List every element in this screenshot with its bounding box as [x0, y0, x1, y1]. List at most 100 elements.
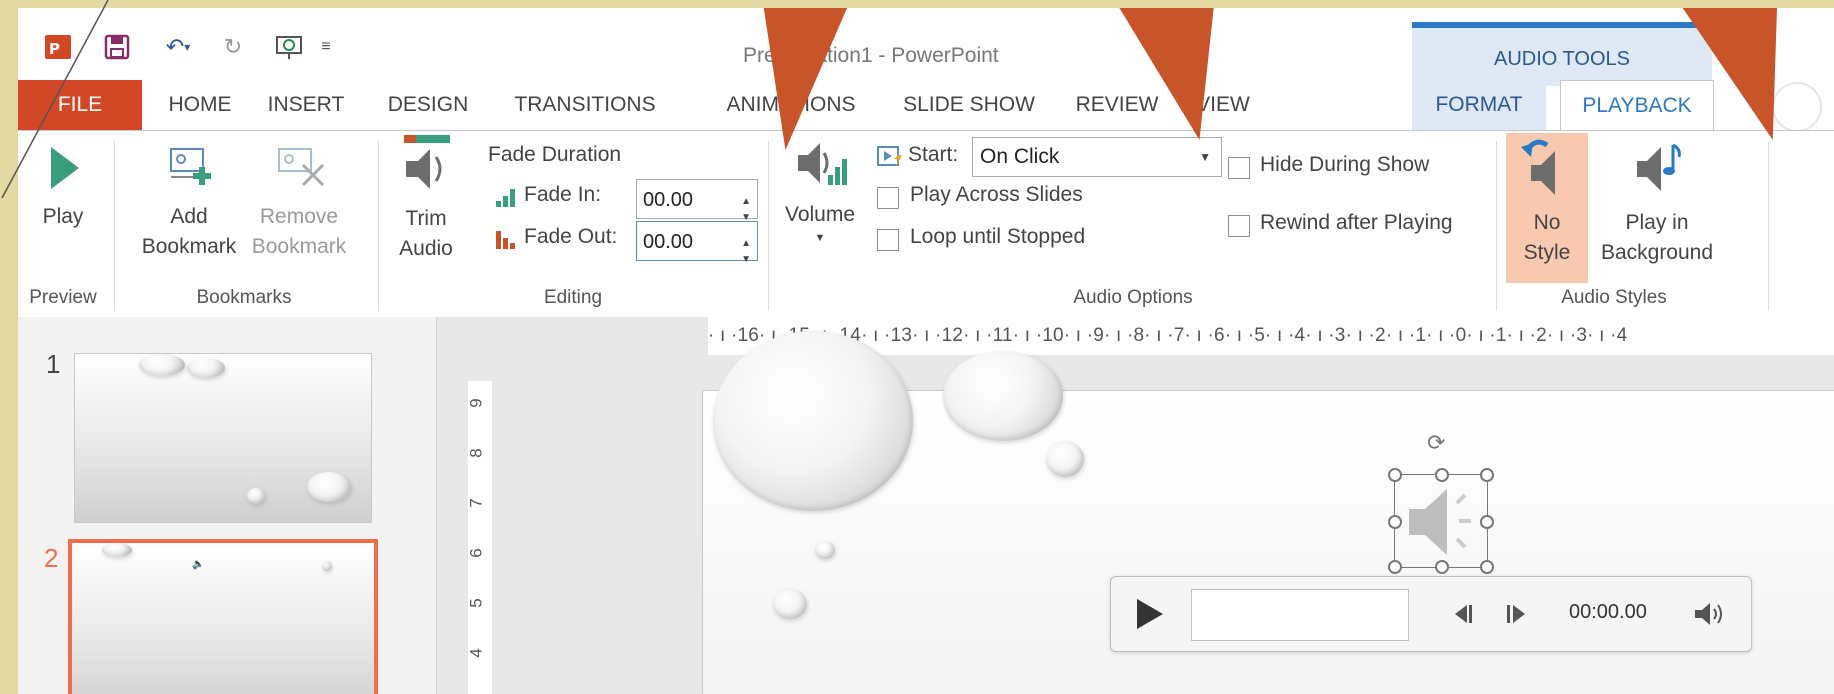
- play-in-background-label-1: Play in: [1625, 211, 1689, 234]
- ruler-tick: 7: [466, 498, 486, 508]
- fade-out-label: Fade Out:: [524, 225, 618, 248]
- audio-object-selection[interactable]: [1388, 468, 1494, 574]
- audio-styles-group-label: Audio Styles: [1561, 287, 1667, 308]
- tab-playback[interactable]: PLAYBACK: [1560, 80, 1714, 132]
- preview-group-label: Preview: [29, 287, 97, 308]
- start-icon: [877, 146, 902, 167]
- tab-insert[interactable]: INSERT: [254, 80, 358, 130]
- volume-label: Volume: [784, 203, 856, 226]
- fade-in-icon: [496, 189, 515, 207]
- remove-bookmark-icon: [278, 148, 325, 187]
- fade-in-input[interactable]: 00.00 ▲ ▼: [636, 179, 758, 223]
- resize-handle[interactable]: [1388, 560, 1402, 574]
- remove-bookmark-label-2: Bookmark: [251, 235, 347, 258]
- rewind-after-playing-checkbox[interactable]: [1228, 215, 1250, 237]
- slide-thumbnail-1[interactable]: [74, 353, 372, 523]
- add-bookmark-label-1: Add: [170, 205, 208, 228]
- audio-progress-bar[interactable]: [1191, 589, 1409, 641]
- speaker-icon: [1409, 489, 1471, 555]
- bookmarks-group-label: Bookmarks: [196, 287, 292, 308]
- audio-player-controls: 00:00.00: [1110, 576, 1752, 652]
- start-dropdown[interactable]: On Click ▼: [972, 137, 1222, 177]
- play-icon[interactable]: [1135, 597, 1165, 631]
- trim-audio-label-1: Trim: [405, 207, 447, 230]
- resize-handle[interactable]: [1480, 560, 1494, 574]
- no-style-icon: [1521, 139, 1555, 195]
- customize-qat-icon[interactable]: ≡: [316, 34, 336, 60]
- start-label: Start:: [908, 143, 959, 166]
- tab-home[interactable]: HOME: [150, 80, 250, 130]
- tab-slide-show[interactable]: SLIDE SHOW: [884, 80, 1054, 130]
- rotate-handle-icon[interactable]: ⟳: [1427, 430, 1445, 456]
- slide-thumbnail-2-selected[interactable]: 🔈: [68, 539, 378, 694]
- play-in-background-button[interactable]: Play in Background: [1592, 135, 1722, 268]
- start-from-beginning-icon[interactable]: [270, 34, 310, 60]
- hide-during-show-checkbox[interactable]: [1228, 157, 1250, 179]
- water-drop: [1046, 441, 1084, 477]
- undo-icon[interactable]: ↶ ▾: [154, 34, 202, 60]
- hide-during-show-label: Hide During Show: [1260, 153, 1430, 176]
- water-drop: [102, 543, 132, 557]
- title-bar: P ↶ ▾ ↻ ≡ Presentation1 - PowerPoint AUDI…: [18, 8, 1834, 86]
- volume-button[interactable]: Volume ▼: [774, 137, 866, 246]
- rewind-after-playing-label: Rewind after Playing: [1260, 211, 1453, 234]
- resize-handle[interactable]: [1435, 560, 1449, 574]
- trim-audio-label-2: Audio: [399, 237, 453, 260]
- volume-icon[interactable]: [1693, 601, 1727, 627]
- tab-transitions[interactable]: TRANSITIONS: [496, 80, 674, 130]
- slide-number: 1: [46, 349, 61, 379]
- tab-format[interactable]: FORMAT: [1412, 80, 1546, 130]
- horizontal-ruler: · ı ·16· ı ·15· ı ·14· ı ·13· ı ·12· ı ·…: [708, 317, 1834, 355]
- group-separator: [768, 141, 769, 311]
- play-across-slides-checkbox[interactable]: [877, 187, 899, 209]
- no-style-label-1: No: [1533, 211, 1561, 234]
- trim-audio-button[interactable]: Trim Audio: [388, 131, 464, 264]
- ruler-tick: 4: [466, 648, 486, 658]
- water-drop: [322, 561, 332, 571]
- group-separator: [378, 141, 379, 311]
- group-separator: [114, 141, 115, 311]
- no-style-button[interactable]: No Style: [1506, 135, 1588, 268]
- loop-until-stopped-checkbox[interactable]: [877, 229, 899, 251]
- remove-bookmark-button[interactable]: Remove Bookmark: [244, 143, 354, 262]
- editing-group-label: Editing: [543, 287, 603, 308]
- redo-icon[interactable]: ↻: [218, 34, 248, 60]
- water-drop: [247, 488, 265, 504]
- add-bookmark-button[interactable]: Add Bookmark: [134, 143, 244, 262]
- remove-bookmark-label-1: Remove: [259, 205, 339, 228]
- fade-out-icon: [496, 231, 515, 249]
- volume-dropdown-icon: ▼: [814, 232, 826, 244]
- water-drop: [307, 472, 351, 502]
- play-label: Play: [42, 205, 84, 228]
- add-bookmark-label-2: Bookmark: [141, 235, 237, 258]
- resize-handle[interactable]: [1388, 468, 1402, 482]
- tab-design[interactable]: DESIGN: [368, 80, 488, 130]
- resize-handle[interactable]: [1435, 468, 1449, 482]
- step-back-icon[interactable]: [1451, 603, 1475, 625]
- resize-handle[interactable]: [1480, 515, 1494, 529]
- ribbon: Play Preview Add Bookmark Remove Bookmar…: [18, 130, 1834, 318]
- resize-handle[interactable]: [1388, 515, 1402, 529]
- water-drop: [943, 351, 1063, 441]
- water-drop: [187, 358, 225, 378]
- step-forward-icon[interactable]: [1505, 603, 1529, 625]
- trim-audio-icon: [404, 135, 450, 189]
- decorative-corner-line: [1, 0, 109, 199]
- play-in-background-label-2: Background: [1600, 241, 1714, 264]
- audio-options-group-label: Audio Options: [1073, 287, 1193, 308]
- water-drop: [713, 331, 913, 511]
- audio-tools-header: AUDIO TOOLS: [1412, 22, 1712, 86]
- add-bookmark-icon: [170, 148, 211, 185]
- resize-handle[interactable]: [1480, 468, 1494, 482]
- powerpoint-window: P ↶ ▾ ↻ ≡ Presentation1 - PowerPoint AUDI…: [18, 8, 1834, 694]
- group-separator: [1768, 141, 1769, 311]
- ruler-tick: 6: [466, 548, 486, 558]
- fade-duration-label: Fade Duration: [488, 143, 622, 166]
- loop-until-stopped-label: Loop until Stopped: [910, 225, 1086, 248]
- slide-number: 2: [44, 543, 59, 573]
- playback-time: 00:00.00: [1569, 601, 1647, 623]
- water-drop: [139, 354, 185, 376]
- ruler-tick: 9: [466, 398, 486, 408]
- fade-out-input[interactable]: 00.00 ▲ ▼: [636, 221, 758, 265]
- chevron-down-icon: ▼: [1199, 150, 1211, 164]
